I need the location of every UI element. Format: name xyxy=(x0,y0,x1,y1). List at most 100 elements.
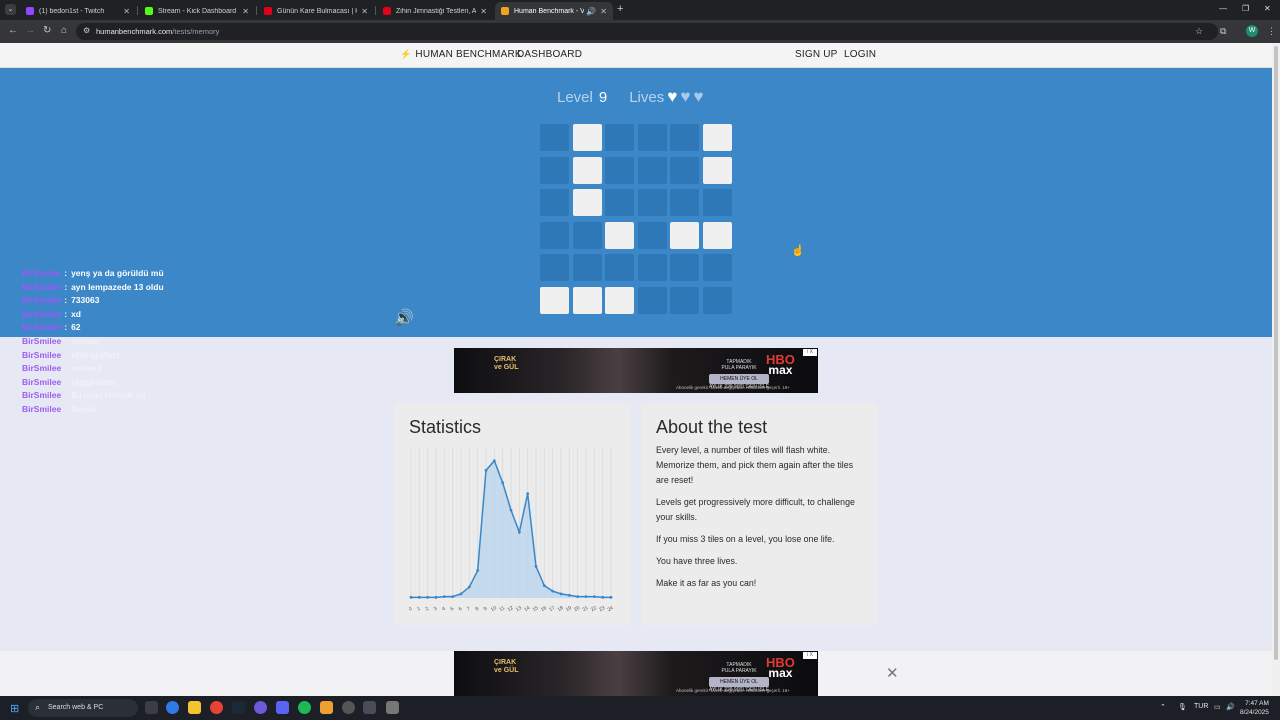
grid-tile-lit[interactable] xyxy=(670,221,700,249)
grid-tile-lit[interactable] xyxy=(572,286,602,314)
close-window-icon[interactable]: ✕ xyxy=(1264,4,1271,13)
grid-tile[interactable] xyxy=(702,286,732,314)
grid-tile[interactable] xyxy=(670,286,700,314)
advertisement-banner-bottom[interactable]: ÇIRAK ve GÜL TAPMADIK PULA PARAYIK HEMEN ÜY… xyxy=(454,651,818,696)
grid-tile-lit[interactable] xyxy=(605,286,635,314)
advertisement-banner[interactable]: ÇIRAK ve GÜL TAPMADIK PULA PARAYIK HEMEN ÜY… xyxy=(454,348,818,393)
extensions-icon[interactable]: ⧉ xyxy=(1220,26,1226,37)
grid-tile[interactable] xyxy=(637,156,667,184)
tab-close-icon[interactable]: ✕ xyxy=(480,7,487,16)
windows-start-icon[interactable]: ⊞ xyxy=(10,702,19,715)
signup-link[interactable]: SIGN UP xyxy=(795,49,838,60)
chat-text: Bu oyun kesindir xd xyxy=(71,390,146,401)
tab-close-icon[interactable]: ✕ xyxy=(242,7,249,16)
grid-tile[interactable] xyxy=(605,189,635,217)
microphone-icon[interactable]: 🎙 xyxy=(1178,703,1187,711)
tab-gunun-kare[interactable]: Günün Kare Bulmacası | HT Bul… ✕ xyxy=(258,2,374,20)
sound-toggle-icon[interactable]: 🔊 xyxy=(394,308,414,328)
tab-close-icon[interactable]: ✕ xyxy=(600,7,607,16)
grid-tile[interactable] xyxy=(605,124,635,151)
grid-tile[interactable] xyxy=(540,156,569,184)
grid-tile-lit[interactable] xyxy=(605,221,635,249)
tab-kick[interactable]: Stream - Kick Dashboard ✕ xyxy=(139,2,255,20)
address-bar[interactable] xyxy=(76,23,1218,40)
site-info-icon[interactable]: ⚙ xyxy=(83,26,90,35)
back-icon[interactable]: ← xyxy=(8,25,18,36)
grid-tile[interactable] xyxy=(670,124,700,151)
profile-avatar[interactable]: W xyxy=(1246,25,1258,37)
tab-twitch[interactable]: (1) bedon1st - Twitch ✕ xyxy=(20,2,136,20)
grid-tile[interactable] xyxy=(702,189,732,217)
tab-close-icon[interactable]: ✕ xyxy=(123,7,130,16)
obs-icon[interactable] xyxy=(342,701,355,714)
chart-tick-label: 10 xyxy=(490,605,498,612)
app-icon[interactable] xyxy=(254,701,267,714)
tab-list-chevron-icon[interactable]: ⌄ xyxy=(5,4,16,15)
grid-tile-lit[interactable] xyxy=(702,124,732,151)
taskbar-search[interactable]: ⌕ Search web & PC xyxy=(28,699,138,717)
volume-icon[interactable]: 🔊 xyxy=(1226,703,1235,711)
grid-tile-lit[interactable] xyxy=(702,221,732,249)
copilot-icon[interactable] xyxy=(166,701,179,714)
home-icon[interactable]: ⌂ xyxy=(61,25,67,36)
grid-tile-lit[interactable] xyxy=(702,156,732,184)
tab-close-icon[interactable]: ✕ xyxy=(361,7,368,16)
forward-icon[interactable]: → xyxy=(25,25,35,36)
url-text[interactable]: humanbenchmark.com/tests/memory xyxy=(96,27,219,36)
adchoices-icon[interactable]: i X xyxy=(803,652,817,659)
grid-tile[interactable] xyxy=(702,254,732,282)
grid-tile[interactable] xyxy=(540,124,569,151)
language-indicator[interactable]: TUR xyxy=(1194,703,1208,710)
dashboard-link[interactable]: DASHBOARD xyxy=(517,49,582,60)
steam-icon[interactable] xyxy=(232,701,245,714)
grid-tile[interactable] xyxy=(637,189,667,217)
grid-tile-lit[interactable] xyxy=(540,286,569,314)
brand-link[interactable]: ⚡ HUMAN BENCHMARK xyxy=(400,49,522,60)
restore-icon[interactable]: ❐ xyxy=(1242,4,1249,13)
speaker-icon[interactable]: 🔊 xyxy=(586,7,596,16)
grid-tile[interactable] xyxy=(637,221,667,249)
taskbar-clock[interactable]: 7:47 AM 8/24/2025 xyxy=(1240,699,1269,717)
grid-tile[interactable] xyxy=(637,254,667,282)
grid-tile[interactable] xyxy=(670,254,700,282)
tray-chevron-icon[interactable]: ⌃ xyxy=(1160,703,1166,711)
grid-tile[interactable] xyxy=(670,156,700,184)
close-ad-icon[interactable]: ✕ xyxy=(886,664,899,682)
minimize-icon[interactable]: — xyxy=(1219,4,1227,13)
app-icon[interactable] xyxy=(320,701,333,714)
grid-tile[interactable] xyxy=(670,189,700,217)
grid-tile-lit[interactable] xyxy=(572,156,602,184)
adchoices-icon[interactable]: i X xyxy=(803,349,817,356)
new-tab-button[interactable]: + xyxy=(617,3,623,15)
chrome-icon[interactable] xyxy=(210,701,223,714)
app-icon[interactable] xyxy=(386,701,399,714)
grid-tile-lit[interactable] xyxy=(572,189,602,217)
tab-human-benchmark[interactable]: Human Benchmark - Visua… 🔊 ✕ xyxy=(495,2,613,20)
ad-cta-button[interactable]: HEMEN ÜYE OL xyxy=(709,374,770,384)
scrollbar-thumb[interactable] xyxy=(1274,46,1278,660)
grid-tile[interactable] xyxy=(637,124,667,151)
grid-tile[interactable] xyxy=(637,286,667,314)
ad-cta-button[interactable]: HEMEN ÜYE OL xyxy=(709,677,770,687)
spotify-icon[interactable] xyxy=(298,701,311,714)
bookmark-star-icon[interactable]: ☆ xyxy=(1195,26,1203,37)
grid-tile[interactable] xyxy=(540,254,569,282)
grid-tile-lit[interactable] xyxy=(572,124,602,151)
network-icon[interactable]: ▭ xyxy=(1214,703,1221,711)
chat-message: BirSmilee: yenş ya da görüldü mü xyxy=(22,268,164,278)
menu-icon[interactable]: ⋮ xyxy=(1267,26,1276,37)
task-view-icon[interactable] xyxy=(145,701,158,714)
tab-zihin-jimnastigi[interactable]: Zihin Jimnastiği Testleri, Akıl &… ✕ xyxy=(377,2,493,20)
grid-tile[interactable] xyxy=(572,254,602,282)
steam-active-icon[interactable] xyxy=(363,701,376,714)
grid-tile[interactable] xyxy=(605,254,635,282)
grid-tile[interactable] xyxy=(540,221,569,249)
grid-tile[interactable] xyxy=(605,156,635,184)
grid-tile[interactable] xyxy=(572,221,602,249)
grid-tile[interactable] xyxy=(540,189,569,217)
reload-icon[interactable]: ↻ xyxy=(43,25,51,36)
login-link[interactable]: LOGIN xyxy=(844,49,876,60)
discord-icon[interactable] xyxy=(276,701,289,714)
about-card: About the test Every level, a number of … xyxy=(641,403,878,625)
file-explorer-icon[interactable] xyxy=(188,701,201,714)
